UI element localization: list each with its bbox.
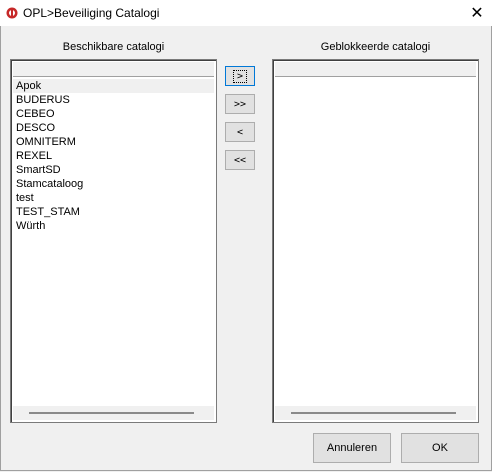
list-item[interactable]: Stamcataloog: [13, 177, 214, 191]
move-left-label: <: [236, 126, 244, 138]
horizontal-scrollbar[interactable]: [13, 406, 214, 420]
list-item[interactable]: OMNITERM: [13, 135, 214, 149]
ok-button[interactable]: OK: [401, 433, 479, 463]
scrollbar-thumb[interactable]: [29, 412, 194, 414]
list-header: [275, 62, 476, 77]
list-item[interactable]: TEST_STAM: [13, 205, 214, 219]
move-right-label: >: [232, 69, 248, 83]
list-header: [13, 62, 214, 77]
blocked-catalogs-list[interactable]: [272, 59, 479, 423]
horizontal-scrollbar[interactable]: [275, 406, 476, 420]
list-item[interactable]: Würth: [13, 219, 214, 233]
window-title: OPL>Beveiliging Catalogi: [23, 6, 160, 20]
available-catalogs-list[interactable]: Apok BUDERUS CEBEO DESCO OMNITERM REXEL SmartS…: [10, 59, 217, 423]
list-item[interactable]: CEBEO: [13, 107, 214, 121]
move-all-left-button[interactable]: <<: [225, 150, 255, 170]
scrollbar-thumb[interactable]: [291, 412, 456, 414]
move-all-right-label: >>: [233, 98, 247, 110]
title-bar: OPL>Beveiliging Catalogi ✕: [0, 0, 492, 26]
available-catalogs-items: Apok BUDERUS CEBEO DESCO OMNITERM REXEL SmartS…: [13, 79, 214, 233]
close-icon[interactable]: ✕: [462, 0, 492, 26]
list-item[interactable]: Apok: [13, 79, 214, 93]
list-item[interactable]: DESCO: [13, 121, 214, 135]
list-item[interactable]: REXEL: [13, 149, 214, 163]
app-icon: [6, 7, 18, 19]
list-item[interactable]: test: [13, 191, 214, 205]
blocked-catalogs-label: Geblokkeerde catalogi: [320, 41, 431, 53]
cancel-button-label: Annuleren: [326, 442, 378, 454]
move-all-left-label: <<: [233, 154, 247, 166]
move-right-button[interactable]: >: [225, 66, 255, 86]
list-item[interactable]: SmartSD: [13, 163, 214, 177]
cancel-button[interactable]: Annuleren: [313, 433, 391, 463]
available-catalogs-label: Beschikbare catalogi: [62, 41, 165, 53]
move-all-right-button[interactable]: >>: [225, 94, 255, 114]
move-left-button[interactable]: <: [225, 122, 255, 142]
list-item[interactable]: BUDERUS: [13, 93, 214, 107]
ok-button-label: OK: [432, 442, 448, 454]
